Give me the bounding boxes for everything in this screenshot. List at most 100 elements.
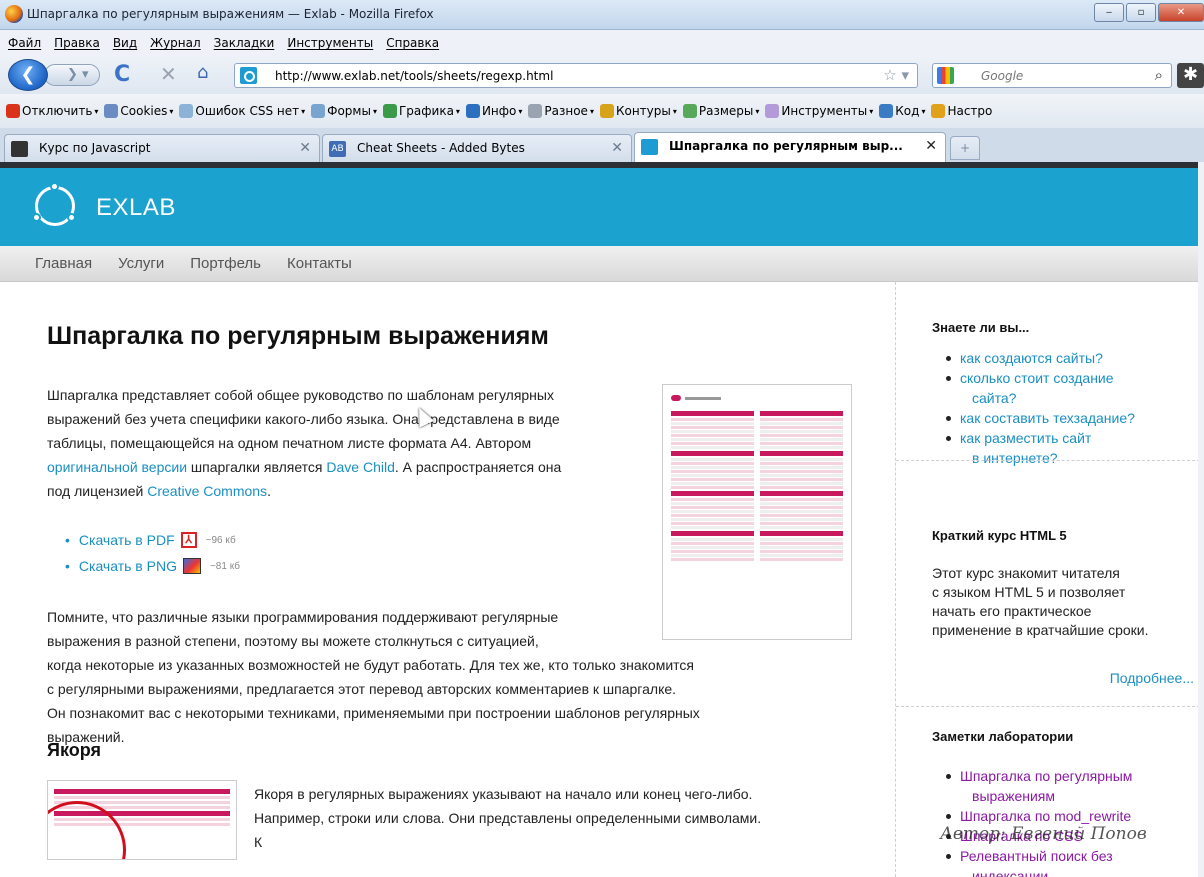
addon-puzzle-icon[interactable]: ✱ <box>1177 63 1204 88</box>
tab-close-icon[interactable]: ✕ <box>611 140 623 156</box>
highlight-circle <box>48 801 126 859</box>
notes-link[interactable]: индексации <box>960 866 1132 877</box>
stop-icon[interactable]: ✕ <box>160 62 177 86</box>
notes-link[interactable]: Шпаргалка по mod_rewrite <box>960 808 1131 824</box>
devbar-item[interactable]: Настро <box>931 104 994 118</box>
menu-file[interactable]: Файл <box>8 36 41 50</box>
dropdown-arrow-icon: ▾ <box>372 106 377 116</box>
scrollbar[interactable] <box>1198 162 1204 877</box>
nav-link-portfolio[interactable]: Портфель <box>190 255 261 272</box>
dave-child-link[interactable]: Dave Child <box>326 459 394 475</box>
home-icon[interactable]: ⌂ <box>197 62 208 83</box>
devbar-item-icon <box>104 104 119 118</box>
new-tab-button[interactable]: + <box>950 136 980 160</box>
url-input[interactable]: http://www.exlab.net/tools/sheets/regexp… <box>234 63 918 88</box>
google-engine-icon[interactable] <box>937 67 954 84</box>
download-png-link[interactable]: Скачать в PNG <box>79 558 177 574</box>
did-you-know-link[interactable]: как составить техзадание? <box>960 410 1135 426</box>
dropdown-arrow-icon: ▾ <box>518 106 523 116</box>
download-pdf-link[interactable]: Скачать в PDF <box>79 532 175 548</box>
menu-bookmarks[interactable]: Закладки <box>214 36 275 50</box>
intro-line-1: Шпаргалка представляет собой общее руков… <box>47 387 554 403</box>
download-png-item: • Скачать в PNG ~81 кб <box>65 558 240 574</box>
nav-link-home[interactable]: Главная <box>35 255 92 272</box>
list-item: Шпаргалка по mod_rewrite <box>945 806 1132 826</box>
cheatsheet-thumbnail[interactable] <box>662 384 852 640</box>
tab-close-icon[interactable]: ✕ <box>299 140 311 156</box>
original-version-link[interactable]: оригинальной версии <box>47 459 187 475</box>
did-you-know-link[interactable]: сайта? <box>960 388 1135 408</box>
devbar-item-label: Инструменты <box>781 104 868 118</box>
menu-history[interactable]: Журнал <box>150 36 201 50</box>
dropdown-arrow-icon: ▾ <box>301 106 306 116</box>
devbar-item-icon <box>682 104 697 118</box>
menu-help[interactable]: Справка <box>386 36 439 50</box>
devbar-item[interactable]: Инфо ▾ <box>465 104 523 118</box>
notes-list: Шпаргалка по регулярным выражениям Шпаргал… <box>945 766 1132 877</box>
menu-tools[interactable]: Инструменты <box>287 36 373 50</box>
devbar-item-label: Ошибок CSS нет <box>195 104 300 118</box>
devbar-item[interactable]: Код ▾ <box>879 104 925 118</box>
devbar-item[interactable]: Формы ▾ <box>311 104 377 118</box>
devbar-item[interactable]: Графика ▾ <box>382 104 460 118</box>
window-controls: ‒ ▫ ✕ <box>1094 3 1204 22</box>
body-line-1: Помните, что различные языки программиро… <box>47 609 559 625</box>
did-you-know-link[interactable]: в интернете? <box>960 448 1135 468</box>
forward-button[interactable]: ❯ ▾ <box>44 64 100 86</box>
page-title: Шпаргалка по регулярным выражениям <box>47 322 549 350</box>
course-line: с языком HTML 5 и позволяет <box>932 584 1126 600</box>
devbar-item-icon <box>6 104 20 118</box>
search-icon[interactable]: ⌕ <box>1155 66 1163 84</box>
intro-line-4: оригинальной версии шпаргалки является D… <box>47 455 561 479</box>
nav-link-services[interactable]: Услуги <box>118 255 164 272</box>
intro-line-5: под лицензией Creative Commons. <box>47 479 271 503</box>
devbar-item[interactable]: Cookies ▾ <box>104 104 173 118</box>
tab-javascript-course[interactable]: Курс по Javascript ✕ <box>4 134 320 162</box>
devbar-item[interactable]: Размеры ▾ <box>682 104 759 118</box>
close-window-button[interactable]: ✕ <box>1158 3 1204 22</box>
intro-line-2: выражений без учета специфики какого-либ… <box>47 411 560 427</box>
reload-icon[interactable]: C <box>114 62 130 87</box>
devbar-item[interactable]: Разное ▾ <box>528 104 594 118</box>
devbar-item-icon <box>465 104 480 118</box>
site-favicon-icon <box>240 67 257 84</box>
tab-cheat-sheets[interactable]: AB Cheat Sheets - Added Bytes ✕ <box>322 134 632 162</box>
tab-close-icon[interactable]: ✕ <box>925 138 937 154</box>
course-line: Этот курс знакомит читателя <box>932 565 1120 581</box>
anchors-thumbnail[interactable] <box>47 780 237 860</box>
notes-link[interactable]: Шпаргалка по регулярным <box>960 768 1132 784</box>
dropdown-arrow-icon: ▾ <box>869 106 874 116</box>
dropdown-arrow-icon: ▾ <box>589 106 594 116</box>
intro-text: под лицензией <box>47 483 148 499</box>
minimize-button[interactable]: ‒ <box>1094 3 1124 22</box>
dropdown-arrow-icon: ▾ <box>455 106 460 116</box>
tab-regexp-cheatsheet[interactable]: Шпаргалка по регулярным выр... ✕ <box>634 132 946 162</box>
maximize-button[interactable]: ▫ <box>1126 3 1156 22</box>
devbar-item[interactable]: Ошибок CSS нет ▾ <box>179 104 305 118</box>
bookmark-star-icon[interactable]: ☆ ▾ <box>883 66 909 84</box>
notes-link[interactable]: Релевантный поиск без <box>960 848 1113 864</box>
course-more-link[interactable]: Подробнее... <box>1110 670 1194 686</box>
anchors-line-1: Якоря в регулярных выражениях указывают … <box>254 786 753 802</box>
menu-view[interactable]: Вид <box>113 36 137 50</box>
menu-edit[interactable]: Правка <box>54 36 100 50</box>
devbar-item[interactable]: Отключить ▾ <box>6 104 98 118</box>
notes-link[interactable]: выражениям <box>960 786 1132 806</box>
devbar-item[interactable]: Инструменты ▾ <box>765 104 873 118</box>
creative-commons-link[interactable]: Creative Commons <box>147 483 267 499</box>
window-title: Шпаргалка по регулярным выражениям — Exl… <box>27 7 434 21</box>
exlab-logo-icon[interactable] <box>32 182 76 226</box>
devbar-item-label: Инфо <box>481 104 517 118</box>
search-input[interactable]: Google ⌕ <box>932 63 1172 88</box>
back-button[interactable]: ❮ <box>8 59 48 91</box>
divider <box>896 706 1204 707</box>
file-size: ~96 кб <box>205 534 236 546</box>
site-logo-text[interactable]: EXLAB <box>96 194 176 222</box>
nav-link-contacts[interactable]: Контакты <box>287 255 352 272</box>
divider <box>896 460 1204 461</box>
did-you-know-link[interactable]: как создаются сайты? <box>960 350 1103 366</box>
did-you-know-link[interactable]: сколько стоит создание <box>960 370 1114 386</box>
devbar-item[interactable]: Контуры ▾ <box>599 104 677 118</box>
did-you-know-link[interactable]: как разместить сайт <box>960 430 1091 446</box>
anchors-line-3: К <box>254 834 263 850</box>
